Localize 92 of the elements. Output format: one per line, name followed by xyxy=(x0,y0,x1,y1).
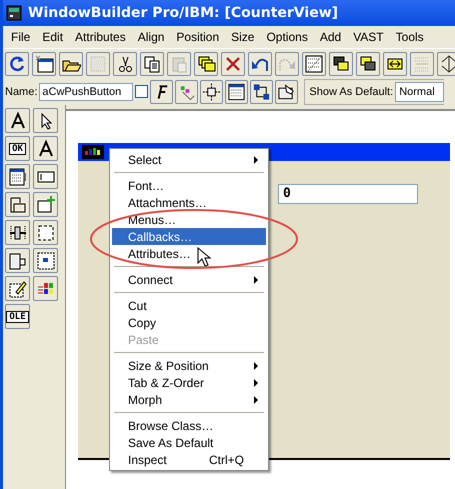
menu-item[interactable]: Attachments… xyxy=(112,194,266,211)
menu-item[interactable]: Attributes xyxy=(69,30,132,44)
toolbar-button[interactable] xyxy=(32,52,56,76)
default-dropdown[interactable]: Normal xyxy=(395,82,444,102)
app-icon xyxy=(6,5,22,21)
toolbar-button[interactable] xyxy=(113,52,137,76)
crosshair-icon xyxy=(202,82,222,102)
counter-field[interactable]: 0 xyxy=(278,184,418,204)
menu-item[interactable]: Align xyxy=(132,30,170,44)
menu-item[interactable]: Edit xyxy=(36,30,70,44)
submenu-arrow-icon xyxy=(254,396,258,404)
dotted-square-icon xyxy=(88,54,108,74)
container-icon xyxy=(36,250,56,270)
show-as-default-label: Show As Default: xyxy=(309,86,394,98)
palette-button[interactable] xyxy=(5,192,30,217)
palette-button[interactable] xyxy=(33,136,58,161)
palette-button[interactable] xyxy=(5,276,30,301)
menu-item[interactable]: VAST xyxy=(347,30,390,44)
menu-item[interactable]: Tab & Z-Order xyxy=(112,374,266,391)
palette-button[interactable] xyxy=(5,220,30,245)
toolbar-button[interactable] xyxy=(356,52,380,76)
list-icon xyxy=(8,166,28,186)
stacked-squares-icon xyxy=(196,54,216,74)
menu-item[interactable]: Font… xyxy=(112,177,266,194)
window-menu-icon xyxy=(227,82,246,102)
dashed-frame-icon xyxy=(36,222,56,242)
submenu-arrow-icon xyxy=(254,156,258,164)
menu-item[interactable]: Connect xyxy=(112,271,266,288)
menu-item[interactable]: File xyxy=(5,30,36,44)
menu-item[interactable]: Save As Default xyxy=(112,434,266,451)
copy-icon xyxy=(142,54,162,74)
refresh-icon xyxy=(7,54,27,74)
palette-button[interactable] xyxy=(33,276,58,301)
menu-item[interactable]: Size & Position xyxy=(112,357,266,374)
toolbar-button[interactable] xyxy=(225,80,248,104)
toolbar-button[interactable] xyxy=(437,52,455,76)
palette-button[interactable] xyxy=(5,248,30,273)
toolbar-button[interactable] xyxy=(302,52,326,76)
menu-item[interactable]: Size xyxy=(225,30,260,44)
window-title: WindowBuilder Pro/IBM: [CounterView] xyxy=(28,5,338,21)
menu-item[interactable]: Add xyxy=(314,30,348,44)
toolbar-button[interactable] xyxy=(5,52,29,76)
toolbar-button[interactable] xyxy=(200,80,224,104)
menu-item[interactable]: Attributes… xyxy=(112,245,266,262)
menu-item[interactable]: Callbacks… xyxy=(112,228,266,245)
menu-item[interactable]: Tools xyxy=(390,30,430,44)
menu-item[interactable]: Cut xyxy=(112,297,266,314)
toolbar-button[interactable] xyxy=(150,80,174,104)
grid-icon xyxy=(304,54,324,74)
menu-item[interactable]: Position xyxy=(170,30,226,44)
palette-button[interactable] xyxy=(33,192,58,217)
toolbar-button[interactable] xyxy=(383,52,407,76)
menu-item[interactable]: Options xyxy=(260,30,314,44)
palette-button[interactable] xyxy=(33,220,58,245)
notebook-icon xyxy=(8,250,28,270)
toolbar-button[interactable] xyxy=(194,52,218,76)
toolbar-button[interactable] xyxy=(275,80,298,104)
group-icon xyxy=(8,194,28,214)
window-pointer-icon xyxy=(277,82,296,102)
toolbar-button[interactable] xyxy=(59,52,83,76)
checkbox[interactable] xyxy=(135,85,148,98)
menu-item[interactable]: Browse Class… xyxy=(112,417,266,434)
send-to-back-icon xyxy=(358,54,378,74)
add-icon xyxy=(36,194,56,214)
submenu-arrow-icon xyxy=(254,276,258,284)
form-icon xyxy=(82,145,104,159)
new-window-icon xyxy=(34,54,54,74)
menu-item[interactable]: Morph xyxy=(112,391,266,408)
toolbar-button[interactable] xyxy=(248,52,272,76)
pencil-icon xyxy=(8,278,28,298)
submenu-arrow-icon xyxy=(254,378,258,386)
name-label: Name: xyxy=(5,86,38,98)
palette-button[interactable] xyxy=(5,164,30,189)
vertical-arrow-icon xyxy=(439,54,455,74)
menu-item[interactable]: Select xyxy=(112,151,266,168)
toolbar-button[interactable] xyxy=(140,52,164,76)
palette-button[interactable] xyxy=(33,108,58,133)
palette-button[interactable]: OK xyxy=(5,136,30,161)
connected-squares-icon xyxy=(252,82,272,102)
submenu-arrow-icon xyxy=(254,362,258,370)
palette-button[interactable]: OLE xyxy=(5,304,30,329)
name-field[interactable]: aCwPushButton xyxy=(39,82,134,100)
cursor-icon xyxy=(197,247,211,267)
toolbar-button[interactable] xyxy=(329,52,353,76)
palette-button[interactable] xyxy=(33,164,58,189)
menu-item[interactable]: Copy xyxy=(112,314,266,331)
toolbar-button[interactable] xyxy=(250,80,274,104)
menu-item[interactable]: Inspect Ctrl+Q xyxy=(112,451,266,468)
menu-item[interactable]: Menus… xyxy=(112,211,266,228)
palette-button[interactable] xyxy=(33,248,58,273)
palette-button[interactable] xyxy=(5,108,30,133)
bring-to-front-icon xyxy=(331,54,351,74)
